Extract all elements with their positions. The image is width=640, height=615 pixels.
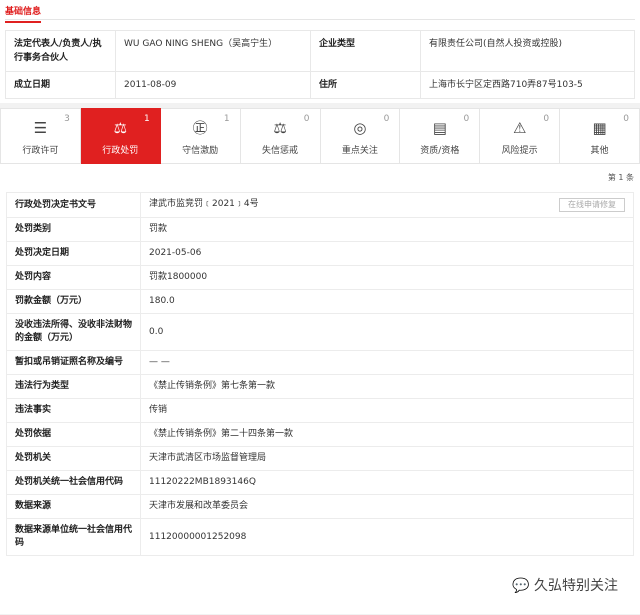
- field-value: 上海市长宁区定西路710弄87号103-5: [420, 71, 635, 99]
- table-row: 罚款金额（万元） 180.0: [6, 289, 634, 314]
- tab-count: 0: [303, 114, 310, 124]
- table-row: 处罚内容 罚款1800000: [6, 265, 634, 290]
- tab-label: 行政许可: [22, 146, 59, 156]
- tab-admin-license[interactable]: 3 ☰ 行政许可: [0, 108, 81, 164]
- section-title: 基础信息: [5, 4, 42, 23]
- basic-info-section: 基础信息 法定代表人/负责人/执行事务合伙人 WU GAO NING SHENG…: [0, 0, 640, 103]
- field-value: 传销: [140, 398, 634, 423]
- tab-key-focus[interactable]: 0 ◎ 重点关注: [320, 108, 401, 164]
- table-row: 处罚类别 罚款: [6, 217, 634, 242]
- field-value: 《禁止传销条例》第七条第一款: [140, 374, 634, 399]
- field-value: 罚款: [140, 217, 634, 242]
- field-value: 180.0: [140, 289, 634, 314]
- tab-count: 0: [543, 114, 550, 124]
- tab-label: 资质/资格: [420, 146, 460, 156]
- tab-label: 其他: [590, 146, 609, 156]
- decision-number: 津武市监竞罚﹝2021﹞4号: [149, 199, 259, 209]
- tab-count: 0: [623, 114, 629, 124]
- tab-count: 0: [463, 114, 470, 124]
- field-label: 处罚机关统一社会信用代码: [6, 470, 141, 495]
- field-label: 处罚类别: [6, 217, 141, 242]
- field-value: WU GAO NING SHENG（吴高宁生）: [115, 30, 311, 72]
- field-label: 法定代表人/负责人/执行事务合伙人: [5, 30, 116, 72]
- field-label: 违法行为类型: [6, 374, 141, 399]
- field-value: 11120000001252098: [140, 518, 634, 556]
- watermark-text: 久弘特别关注: [534, 578, 618, 594]
- tab-count: 1: [144, 114, 150, 124]
- field-value: 天津市发展和改革委员会: [140, 494, 634, 519]
- table-row: 处罚决定日期 2021-05-06: [6, 241, 634, 266]
- tab-risk-warning[interactable]: 0 ⚠ 风险提示: [480, 108, 561, 164]
- page-indicator: 第 1 条: [607, 173, 634, 182]
- table-row: 暂扣或吊销证照名称及编号 — —: [6, 350, 634, 375]
- field-value: 11120222MB1893146Q: [140, 470, 634, 495]
- field-label: 罚款金额（万元）: [6, 289, 141, 314]
- tab-label: 守信激励: [182, 146, 219, 156]
- table-row: 处罚机关 天津市武清区市场监督管理局: [6, 446, 634, 471]
- field-label: 企业类型: [310, 30, 421, 72]
- field-value: 2011-08-09: [115, 71, 311, 99]
- penalty-table: 行政处罚决定书文号 在线申请修复 津武市监竞罚﹝2021﹞4号 处罚类别 罚款 处罚决…: [6, 192, 634, 556]
- field-label: 处罚依据: [6, 422, 141, 447]
- field-label: 违法事实: [6, 398, 141, 423]
- section-header: 基础信息: [5, 0, 635, 23]
- field-label: 数据来源单位统一社会信用代码: [6, 518, 141, 556]
- basic-info-table: 法定代表人/负责人/执行事务合伙人 WU GAO NING SHENG（吴高宁生…: [5, 30, 635, 99]
- field-value: 2021-05-06: [140, 241, 634, 266]
- wechat-icon: 💬: [512, 578, 534, 594]
- tab-count: 0: [383, 114, 390, 124]
- tab-admin-penalty[interactable]: 1 ⚖ 行政处罚: [80, 108, 161, 164]
- category-tabs: 3 ☰ 行政许可 1 ⚖ 行政处罚 1 ㊣守信激励 0 ⚖ 失信惩戒 0 ◎ 重点关注 0 ▤ 资质/…: [0, 108, 640, 164]
- field-label: 处罚决定日期: [6, 241, 141, 266]
- tab-count: 3: [64, 114, 70, 124]
- field-label: 暂扣或吊销证照名称及编号: [6, 350, 141, 375]
- tab-count: 1: [223, 114, 230, 124]
- table-row: 处罚依据 《禁止传销条例》第二十四条第一款: [6, 422, 634, 447]
- tab-label: 风险提示: [501, 146, 538, 156]
- tab-label: 重点关注: [341, 146, 378, 156]
- field-value: 0.0: [140, 313, 634, 351]
- tab-dishonesty-punishment[interactable]: 0 ⚖ 失信惩戒: [240, 108, 321, 164]
- table-row: 数据来源单位统一社会信用代码 11120000001252098: [6, 518, 634, 556]
- field-label: 处罚内容: [6, 265, 141, 290]
- tab-credit-incentive[interactable]: 1 ㊣守信激励: [160, 108, 241, 164]
- table-row: 处罚机关统一社会信用代码 11120222MB1893146Q: [6, 470, 634, 495]
- field-label: 数据来源: [6, 494, 141, 519]
- table-row: 违法行为类型 《禁止传销条例》第七条第一款: [6, 374, 634, 399]
- table-row: 法定代表人/负责人/执行事务合伙人 WU GAO NING SHENG（吴高宁生…: [5, 30, 635, 72]
- field-value: — —: [140, 350, 634, 375]
- online-repair-button[interactable]: 在线申请修复: [559, 198, 625, 212]
- field-label: 住所: [310, 71, 421, 99]
- tab-label: 失信惩戒: [262, 146, 299, 156]
- field-label: 成立日期: [5, 71, 116, 99]
- field-value: 在线申请修复 津武市监竞罚﹝2021﹞4号: [140, 192, 634, 218]
- tab-qualification[interactable]: 0 ▤ 资质/资格: [400, 108, 481, 164]
- tab-label: 行政处罚: [102, 146, 139, 156]
- field-label: 没收违法所得、没收非法财物的金额（万元）: [6, 313, 141, 351]
- table-row: 没收违法所得、没收非法财物的金额（万元） 0.0: [6, 313, 634, 351]
- tab-other[interactable]: 0 ▦ 其他: [560, 108, 640, 164]
- field-value: 有限责任公司(自然人投资或控股): [420, 30, 635, 72]
- penalty-detail: 第 1 条 行政处罚决定书文号 在线申请修复 津武市监竞罚﹝2021﹞4号 处罚类别…: [0, 164, 640, 614]
- field-value: 《禁止传销条例》第二十四条第一款: [140, 422, 634, 447]
- field-label: 处罚机关: [6, 446, 141, 471]
- field-value: 罚款1800000: [140, 265, 634, 290]
- field-label: 行政处罚决定书文号: [6, 192, 141, 218]
- table-row: 违法事实 传销: [6, 398, 634, 423]
- table-row: 数据来源 天津市发展和改革委员会: [6, 494, 634, 519]
- field-value: 天津市武清区市场监督管理局: [140, 446, 634, 471]
- table-row: 行政处罚决定书文号 在线申请修复 津武市监竞罚﹝2021﹞4号: [6, 192, 634, 218]
- watermark: 💬 久弘特别关注: [512, 575, 618, 595]
- table-row: 成立日期 2011-08-09 住所 上海市长宁区定西路710弄87号103-5: [5, 71, 635, 99]
